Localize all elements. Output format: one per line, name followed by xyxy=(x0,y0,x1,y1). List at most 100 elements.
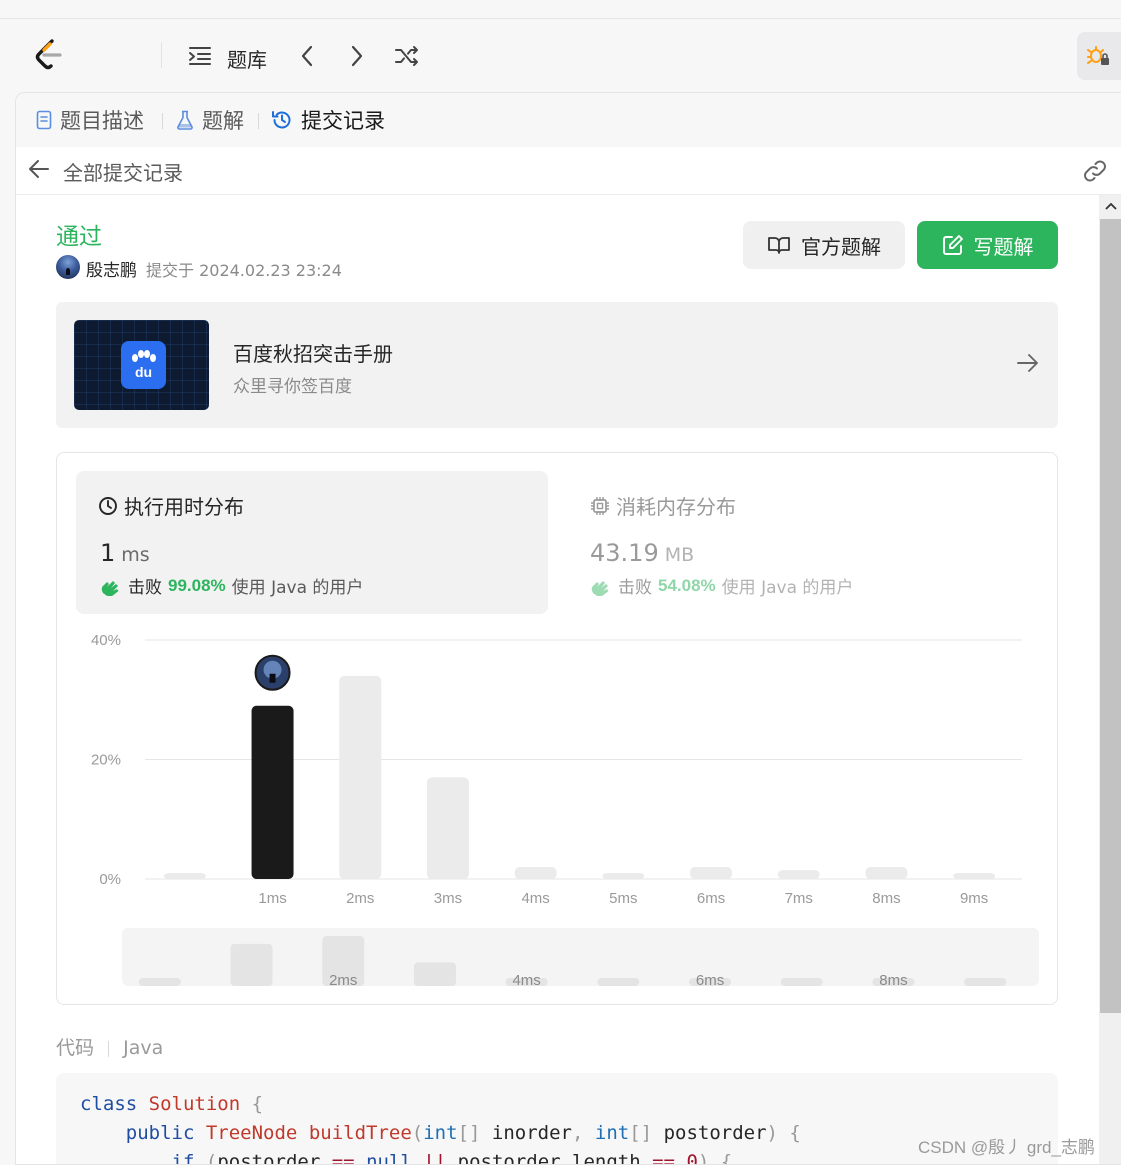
all-submissions-title[interactable]: 全部提交记录 xyxy=(63,157,183,186)
memory-number: 43.19 xyxy=(590,539,659,567)
code-divider xyxy=(108,1040,110,1057)
navigator-bar xyxy=(964,978,1007,986)
ad-banner[interactable]: du 百度秋招突击手册 众里寻你签百度 xyxy=(56,302,1058,428)
memory-title: 消耗内存分布 xyxy=(590,491,736,520)
tab-solutions-label: 题解 xyxy=(202,109,244,133)
top-divider xyxy=(0,18,1121,19)
tab-divider xyxy=(162,113,163,129)
top-navbar: 题库 xyxy=(0,0,1121,92)
official-solution-label: 官方题解 xyxy=(801,234,881,259)
link-icon[interactable] xyxy=(1082,159,1108,183)
chart-bar xyxy=(690,867,733,879)
chevron-left-icon[interactable] xyxy=(294,42,320,70)
memory-beat-prefix: 击败 xyxy=(618,578,652,598)
chart-bar xyxy=(865,867,908,879)
caret-up-icon xyxy=(1104,202,1117,210)
write-solution-button[interactable]: 写题解 xyxy=(917,221,1058,269)
scrollbar-thumb[interactable] xyxy=(1100,219,1121,1013)
write-solution-label: 写题解 xyxy=(973,234,1034,259)
memory-value: 43.19 MB xyxy=(590,539,694,567)
problem-library-link[interactable]: 题库 xyxy=(227,44,267,73)
leetcode-logo-icon[interactable] xyxy=(33,38,65,72)
baidu-logo: du xyxy=(121,341,166,389)
tab-submissions[interactable]: 提交记录 xyxy=(271,105,385,135)
navigator-bar xyxy=(597,978,640,986)
navigator-label: 8ms xyxy=(879,972,907,989)
memory-beat-percent: 54.08% xyxy=(658,575,716,595)
x-tick-label: 9ms xyxy=(960,890,988,907)
author-name[interactable]: 殷志鹏 xyxy=(86,256,137,281)
submission-subheader: 全部提交记录 xyxy=(16,147,1121,195)
x-tick-label: 7ms xyxy=(785,890,813,907)
submission-panel: 题目描述 题解 提交记录 全部提交记录 通过 殷志鹏 提交于 2024.02.2… xyxy=(15,92,1121,1165)
chart-bar xyxy=(163,873,206,879)
x-tick-label: 6ms xyxy=(697,890,725,907)
avatar[interactable] xyxy=(56,255,80,279)
watermark: CSDN @殷丿 grd_志鹏 xyxy=(918,1138,1095,1157)
submitted-time: 提交于 2024.02.23 23:24 xyxy=(146,261,342,280)
code-header: 代码 Java xyxy=(56,1033,163,1060)
y-tick-label: 40% xyxy=(91,632,121,649)
flask-icon xyxy=(177,110,193,130)
x-tick-label: 3ms xyxy=(434,890,462,907)
runtime-value: 1 ms xyxy=(100,539,150,567)
code-line-2: public TreeNode buildTree(int[] inorder,… xyxy=(125,1122,801,1144)
navigator-label: 4ms xyxy=(512,972,540,989)
y-tick-label: 20% xyxy=(91,752,121,769)
submission-status: 通过 xyxy=(56,224,102,250)
runtime-beat-suffix: 使用 Java 的用户 xyxy=(231,578,364,598)
runtime-beat-prefix: 击败 xyxy=(128,578,162,598)
memory-unit: MB xyxy=(664,544,695,566)
debug-lock-button[interactable] xyxy=(1077,32,1121,80)
code-language[interactable]: Java xyxy=(123,1037,163,1059)
chart-bar xyxy=(953,873,996,879)
tab-solutions[interactable]: 题解 xyxy=(176,105,244,135)
clap-icon xyxy=(591,580,609,596)
chip-icon xyxy=(591,496,609,515)
runtime-beat-percent: 99.08% xyxy=(168,575,226,595)
chevron-right-icon[interactable] xyxy=(344,42,370,70)
bug-lock-icon xyxy=(1087,46,1109,65)
tab-bar: 题目描述 题解 提交记录 xyxy=(16,93,1121,147)
arrow-right-icon[interactable] xyxy=(1016,352,1040,374)
runtime-distribution-chart[interactable]: 0% 20% 40% 1ms 2ms 3ms 4ms 5ms 6ms 7ms 8ms 9ms 2ms 4m… xyxy=(57,623,1057,1003)
edit-icon xyxy=(942,235,963,255)
list-indent-icon[interactable] xyxy=(186,42,214,70)
runtime-number: 1 xyxy=(100,539,116,567)
x-tick-label: 2ms xyxy=(346,890,374,907)
avatar-marker-figure xyxy=(269,673,276,683)
chart-bar xyxy=(602,873,645,879)
runtime-title-label: 执行用时分布 xyxy=(124,495,244,519)
y-tick-label: 0% xyxy=(99,871,121,888)
x-tick-label: 1ms xyxy=(258,890,286,907)
code-label: 代码 xyxy=(56,1037,95,1059)
tab-description-label: 题目描述 xyxy=(60,109,144,133)
code-line-3: if (postorder == null || postorder.lengt… xyxy=(171,1151,733,1165)
runtime-tab[interactable]: 执行用时分布 1 ms 击败 99.08% 使用 Java 的用户 xyxy=(76,471,548,614)
chart-bar xyxy=(777,870,820,879)
tab-description[interactable]: 题目描述 xyxy=(36,105,144,135)
paw-icon xyxy=(131,350,156,362)
code-block[interactable]: class Solution { public TreeNode buildTr… xyxy=(56,1073,1058,1165)
code-line-1: class Solution { xyxy=(80,1093,264,1115)
arrow-left-icon[interactable] xyxy=(28,159,50,179)
chart-svg: 0% 20% 40% 1ms 2ms 3ms 4ms 5ms 6ms 7ms 8ms 9ms 2ms 4m… xyxy=(91,632,1039,989)
official-solution-button[interactable]: 官方题解 xyxy=(743,221,905,269)
clap-icon xyxy=(101,580,119,596)
memory-beat-suffix: 使用 Java 的用户 xyxy=(721,578,854,598)
history-icon xyxy=(272,111,291,129)
navigator-label: 2ms xyxy=(329,972,357,989)
runtime-title: 执行用时分布 xyxy=(98,491,244,520)
baidu-logo-text: du xyxy=(134,364,153,380)
memory-tab[interactable]: 消耗内存分布 43.19 MB 击败 54.08% 使用 Java 的用户 xyxy=(568,471,1040,614)
divider xyxy=(161,42,162,68)
clock-icon xyxy=(99,496,117,515)
ad-title[interactable]: 百度秋招突击手册 xyxy=(233,338,393,367)
shuffle-icon[interactable] xyxy=(392,42,422,70)
navigator-bar xyxy=(780,978,823,986)
runtime-beat: 击败 99.08% 使用 Java 的用户 xyxy=(100,573,363,598)
ad-image: du xyxy=(74,320,209,410)
navigator-label: 6ms xyxy=(696,972,724,989)
scroll-up-button[interactable] xyxy=(1099,195,1121,217)
chart-bar xyxy=(514,867,557,879)
